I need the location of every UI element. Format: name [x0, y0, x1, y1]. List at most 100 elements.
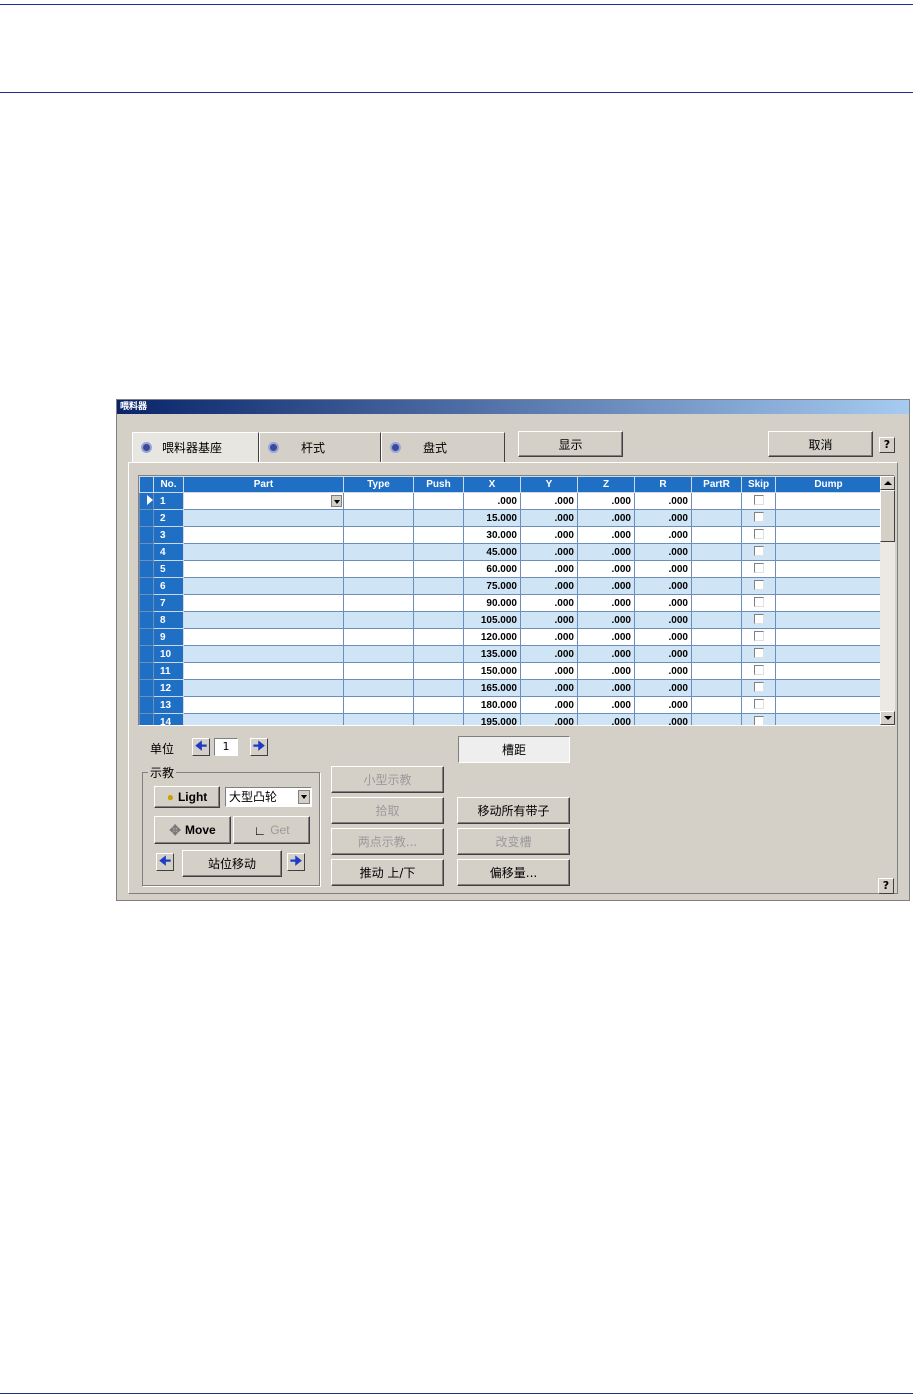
cell-no[interactable]: 12 — [153, 679, 184, 697]
cell-skip[interactable] — [741, 645, 776, 663]
column-header[interactable]: Y — [520, 476, 578, 493]
cell-skip[interactable] — [741, 611, 776, 629]
tab-tray[interactable]: 盘式 — [381, 432, 505, 462]
cell-x[interactable]: 165.000 — [463, 679, 521, 697]
cell-r[interactable]: .000 — [634, 611, 692, 629]
cell-y[interactable]: .000 — [520, 645, 578, 663]
cell-no[interactable]: 11 — [153, 662, 184, 680]
station-prev-button[interactable]: 🠈 — [156, 853, 174, 871]
cell-skip[interactable] — [741, 662, 776, 680]
help-button-bottom[interactable]: ? — [878, 878, 894, 894]
scroll-up-button[interactable] — [880, 476, 895, 490]
cell-push[interactable] — [413, 577, 464, 595]
skip-checkbox[interactable] — [753, 596, 764, 607]
cell-x[interactable]: 120.000 — [463, 628, 521, 646]
cell-y[interactable]: .000 — [520, 679, 578, 697]
cell-z[interactable]: .000 — [577, 560, 635, 578]
cell-part[interactable] — [183, 662, 344, 680]
cell-push[interactable] — [413, 526, 464, 544]
cell-z[interactable]: .000 — [577, 628, 635, 646]
cell-part[interactable] — [183, 696, 344, 714]
station-move-button[interactable]: 站位移动 — [182, 850, 282, 877]
skip-checkbox[interactable] — [753, 528, 764, 539]
cell-push[interactable] — [413, 543, 464, 561]
cell-partr[interactable] — [691, 662, 742, 680]
cell-x[interactable]: .000 — [463, 492, 521, 510]
cell-dump[interactable] — [775, 492, 882, 510]
row-indicator[interactable] — [139, 611, 154, 629]
skip-checkbox[interactable] — [753, 664, 764, 675]
cell-push[interactable] — [413, 628, 464, 646]
cell-r[interactable]: .000 — [634, 679, 692, 697]
cell-no[interactable]: 13 — [153, 696, 184, 714]
cell-dump[interactable] — [775, 611, 882, 629]
small-teach-button[interactable]: 小型示教 — [331, 766, 444, 793]
cell-r[interactable]: .000 — [634, 696, 692, 714]
cell-r[interactable]: .000 — [634, 577, 692, 595]
column-header[interactable]: X — [463, 476, 521, 493]
cell-r[interactable]: .000 — [634, 645, 692, 663]
cell-x[interactable]: 180.000 — [463, 696, 521, 714]
cell-push[interactable] — [413, 696, 464, 714]
cell-no[interactable]: 8 — [153, 611, 184, 629]
row-indicator[interactable] — [139, 509, 154, 527]
row-indicator[interactable] — [139, 696, 154, 714]
unit-prev-button[interactable]: 🠈 — [192, 738, 210, 756]
cell-r[interactable]: .000 — [634, 713, 692, 725]
cell-dump[interactable] — [775, 509, 882, 527]
cell-dump[interactable] — [775, 662, 882, 680]
row-indicator[interactable] — [139, 628, 154, 646]
cell-z[interactable]: .000 — [577, 543, 635, 561]
cell-part[interactable] — [183, 645, 344, 663]
skip-checkbox[interactable] — [753, 630, 764, 641]
help-button-top[interactable]: ? — [879, 437, 895, 453]
table-row[interactable]: 14 195.000.000.000.000 — [139, 713, 882, 725]
station-next-button[interactable]: 🠊 — [287, 853, 305, 871]
two-point-teach-button[interactable]: 两点示教... — [331, 828, 444, 855]
cell-dump[interactable] — [775, 628, 882, 646]
cell-y[interactable]: .000 — [520, 594, 578, 612]
skip-checkbox[interactable] — [753, 681, 764, 692]
column-header[interactable]: No. — [153, 476, 184, 493]
cell-y[interactable]: .000 — [520, 526, 578, 544]
cell-skip[interactable] — [741, 594, 776, 612]
tab-feeder-base[interactable]: 喂料器基座 — [132, 432, 259, 462]
column-header[interactable]: Type — [343, 476, 414, 493]
cell-no[interactable]: 14 — [153, 713, 184, 725]
table-row[interactable]: 7 90.000.000.000.000 — [139, 594, 882, 612]
cell-skip[interactable] — [741, 526, 776, 544]
row-indicator[interactable] — [139, 679, 154, 697]
cell-x[interactable]: 60.000 — [463, 560, 521, 578]
cell-skip[interactable] — [741, 577, 776, 595]
cell-y[interactable]: .000 — [520, 492, 578, 510]
cell-no[interactable]: 1 — [153, 492, 184, 510]
cell-type[interactable] — [343, 492, 414, 510]
cell-push[interactable] — [413, 492, 464, 510]
cell-z[interactable]: .000 — [577, 679, 635, 697]
cell-skip[interactable] — [741, 492, 776, 510]
table-row[interactable]: 1.000.000.000.000 — [139, 492, 882, 510]
cell-y[interactable]: .000 — [520, 577, 578, 595]
cell-part[interactable] — [183, 594, 344, 612]
cell-y[interactable]: .000 — [520, 543, 578, 561]
cell-x[interactable]: 15.000 — [463, 509, 521, 527]
cell-no[interactable]: 7 — [153, 594, 184, 612]
row-indicator[interactable] — [139, 662, 154, 680]
cell-partr[interactable] — [691, 594, 742, 612]
cell-type[interactable] — [343, 679, 414, 697]
cell-x[interactable]: 90.000 — [463, 594, 521, 612]
cell-partr[interactable] — [691, 713, 742, 725]
skip-checkbox[interactable] — [753, 562, 764, 573]
cell-part[interactable] — [183, 492, 344, 510]
column-header[interactable]: PartR — [691, 476, 742, 493]
cell-r[interactable]: .000 — [634, 543, 692, 561]
cell-type[interactable] — [343, 560, 414, 578]
cell-no[interactable]: 10 — [153, 645, 184, 663]
cell-type[interactable] — [343, 577, 414, 595]
cell-no[interactable]: 5 — [153, 560, 184, 578]
cell-type[interactable] — [343, 509, 414, 527]
column-header[interactable]: Push — [413, 476, 464, 493]
cell-z[interactable]: .000 — [577, 509, 635, 527]
table-row[interactable]: 8 105.000.000.000.000 — [139, 611, 882, 629]
table-row[interactable]: 13 180.000.000.000.000 — [139, 696, 882, 714]
